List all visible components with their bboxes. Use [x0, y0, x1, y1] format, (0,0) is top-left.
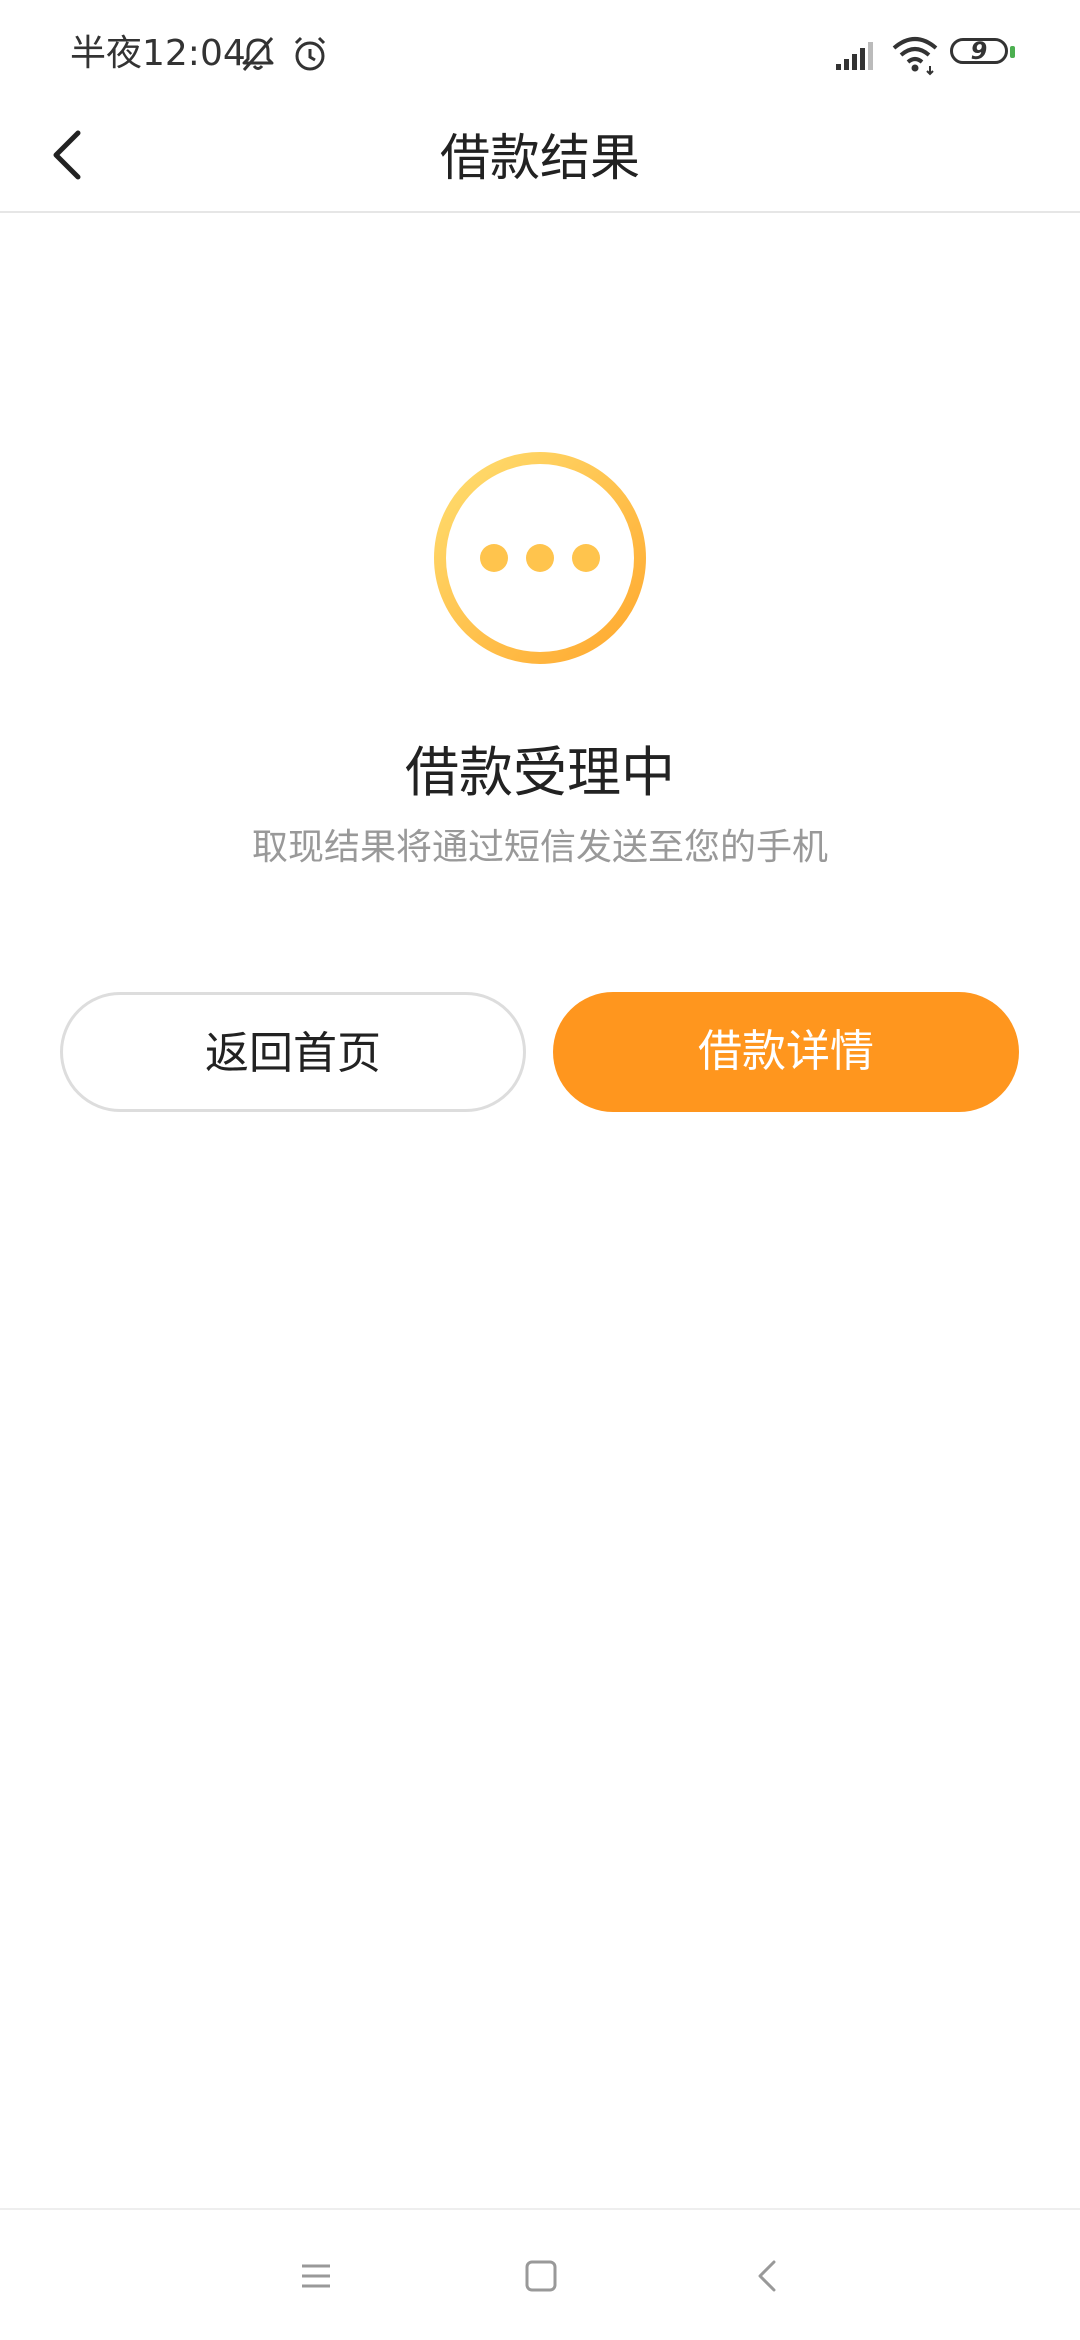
wifi-icon	[890, 32, 940, 76]
system-nav-bar	[0, 2208, 1080, 2340]
menu-icon[interactable]	[286, 2246, 346, 2306]
loan-result-screen: 半夜12:04 9 借款结果 借款受理中 取现结果将通过短信发送至您的手机 返回…	[0, 0, 1080, 2340]
loan-detail-button[interactable]: 借款详情	[553, 992, 1019, 1112]
page-title: 借款结果	[440, 129, 640, 187]
pending-dots-icon	[430, 448, 650, 668]
chevron-left-icon	[53, 130, 81, 180]
alarm-clock-icon	[288, 32, 332, 76]
back-chevron-icon[interactable]	[738, 2246, 798, 2306]
result-subtitle: 取现结果将通过短信发送至您的手机	[251, 827, 828, 868]
battery-level-indicator	[1010, 46, 1015, 58]
back-button[interactable]	[30, 115, 110, 195]
battery-level: 9	[970, 37, 988, 65]
nav-bar: 借款结果	[0, 105, 1080, 213]
status-time: 半夜12:04	[70, 33, 246, 74]
battery-icon: 9	[950, 37, 1016, 68]
status-bar: 半夜12:04 9	[0, 0, 1080, 105]
result-title: 借款受理中	[405, 741, 675, 804]
return-home-button[interactable]: 返回首页	[60, 992, 526, 1112]
home-square-icon[interactable]	[510, 2246, 570, 2306]
signal-icon	[834, 32, 882, 76]
bell-muted-icon	[236, 32, 280, 76]
